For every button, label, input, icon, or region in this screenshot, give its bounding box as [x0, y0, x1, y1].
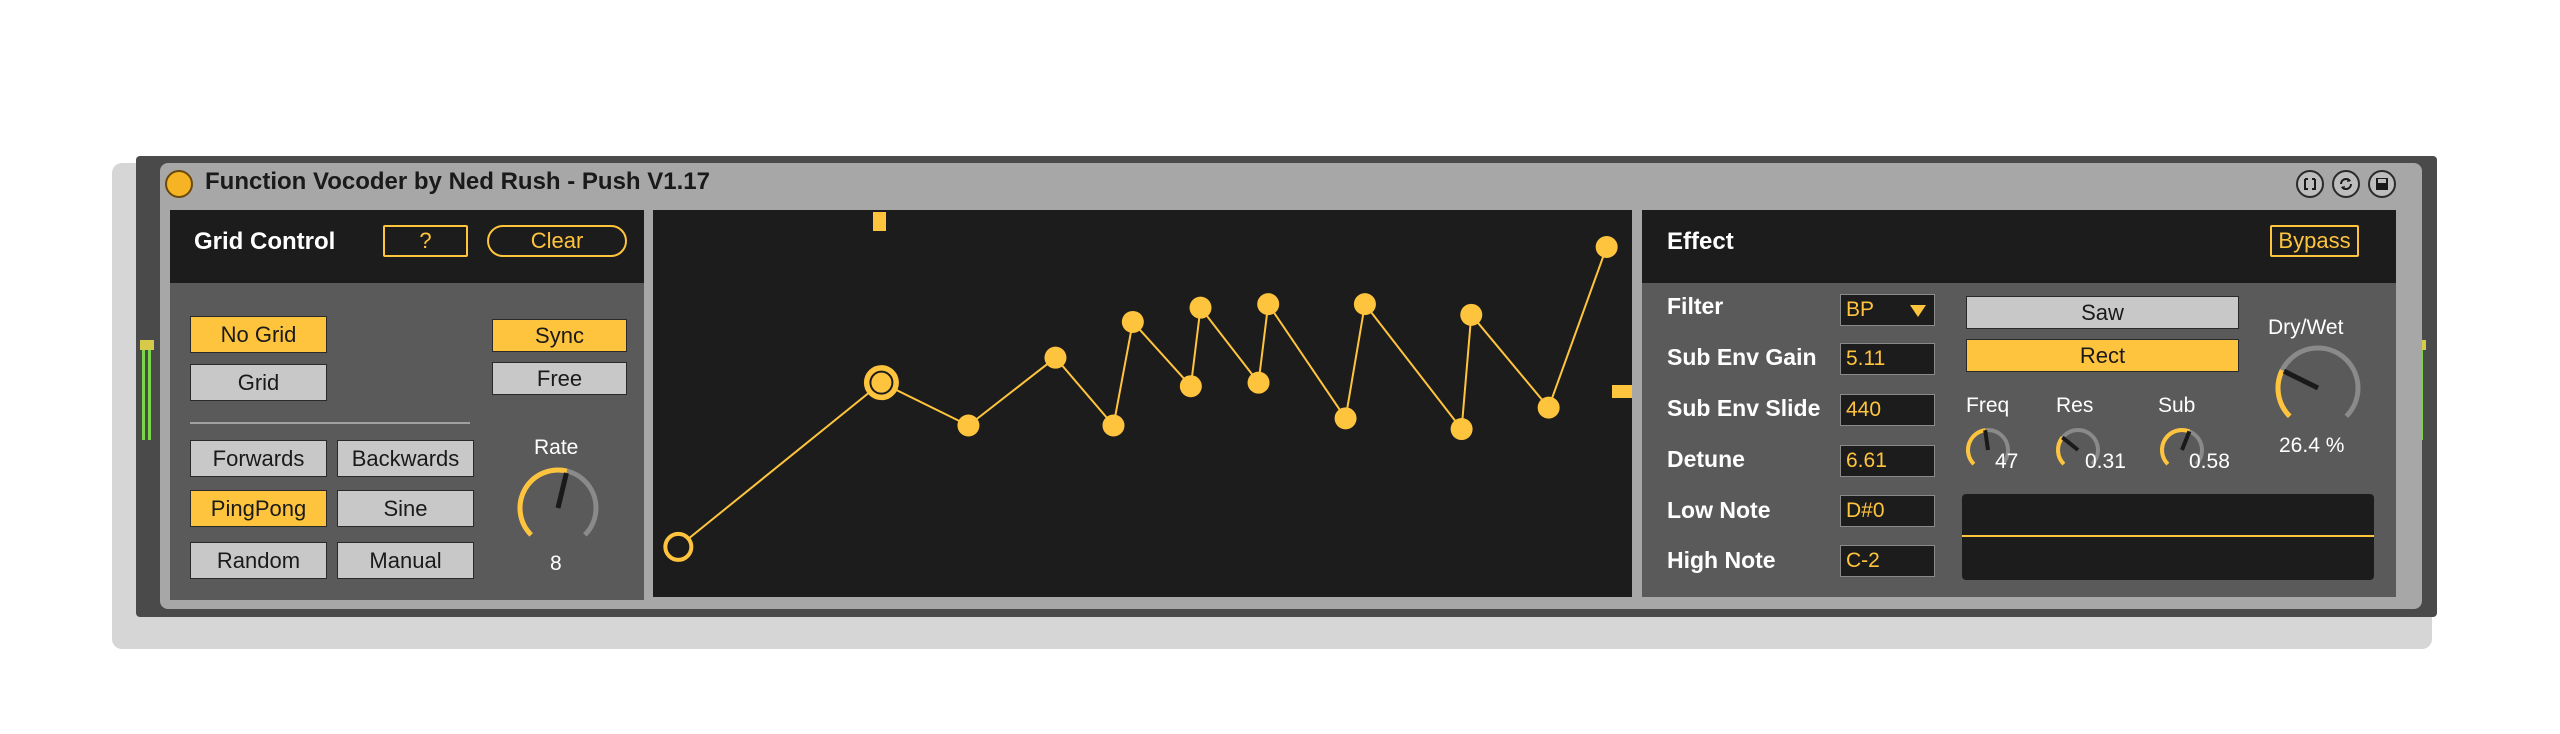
envelope-point[interactable] — [1450, 418, 1473, 441]
chevron-down-icon — [1910, 305, 1926, 317]
help-button[interactable]: ? — [383, 225, 468, 257]
res-label: Res — [2056, 394, 2094, 417]
sub-env-gain-label: Sub Env Gain — [1667, 344, 1817, 370]
pingpong-button[interactable]: PingPong — [190, 490, 327, 527]
knob-needle — [2180, 430, 2192, 451]
effect-title: Effect — [1667, 228, 1734, 255]
drywet-knob[interactable] — [2270, 340, 2366, 436]
envelope-point[interactable] — [1353, 293, 1376, 316]
sub-value: 0.58 — [2189, 450, 2230, 473]
res-value: 0.31 — [2085, 450, 2126, 473]
envelope-point[interactable] — [1179, 375, 1202, 398]
envelope-point[interactable] — [1121, 310, 1144, 333]
save-icon[interactable] — [2368, 170, 2396, 198]
sync-button[interactable]: Sync — [492, 319, 627, 352]
input-meter — [140, 340, 154, 440]
saw-button[interactable]: Saw — [1966, 296, 2239, 329]
output-scope — [1962, 494, 2374, 580]
forwards-button[interactable]: Forwards — [190, 440, 327, 477]
envelope-point[interactable] — [1595, 235, 1618, 258]
filter-label: Filter — [1667, 293, 1724, 319]
high-note-field[interactable]: C-2 — [1840, 545, 1935, 577]
envelope-point[interactable] — [1257, 293, 1280, 316]
rate-value: 8 — [550, 552, 562, 575]
envelope-line — [677, 246, 1608, 548]
refresh-icon[interactable] — [2332, 170, 2360, 198]
envelope-point[interactable] — [1334, 407, 1357, 430]
sub-label: Sub — [2158, 394, 2196, 417]
rect-button[interactable]: Rect — [1966, 339, 2239, 372]
grid-button[interactable]: Grid — [190, 364, 327, 401]
no-grid-button[interactable]: No Grid — [190, 316, 327, 353]
envelope-point[interactable] — [1044, 346, 1067, 369]
free-button[interactable]: Free — [492, 362, 627, 395]
envelope-point[interactable] — [1247, 371, 1270, 394]
freq-value: 47 — [1995, 450, 2019, 473]
grid-divider — [190, 422, 470, 424]
sub-env-slide-field[interactable]: 440 — [1840, 394, 1935, 426]
filter-value: BP — [1846, 298, 1875, 321]
envelope-point[interactable] — [1460, 303, 1483, 326]
rate-knob[interactable] — [512, 462, 604, 554]
freq-label: Freq — [1966, 394, 2010, 417]
envelope-graph[interactable] — [653, 210, 1632, 597]
device-title: Function Vocoder by Ned Rush - Push V1.1… — [205, 168, 710, 195]
high-note-label: High Note — [1667, 547, 1776, 573]
filter-select[interactable]: BP — [1840, 294, 1935, 326]
envelope-point[interactable] — [957, 414, 980, 437]
detune-label: Detune — [1667, 446, 1745, 472]
sub-env-slide-label: Sub Env Slide — [1667, 395, 1821, 421]
manual-button[interactable]: Manual — [337, 542, 474, 579]
envelope-point[interactable] — [1102, 414, 1125, 437]
device-power-button[interactable] — [165, 170, 193, 198]
drywet-value: 26.4 % — [2279, 434, 2345, 457]
bypass-button[interactable]: Bypass — [2270, 225, 2359, 257]
envelope-point[interactable] — [1537, 396, 1560, 419]
clear-button[interactable]: Clear — [487, 225, 627, 257]
envelope-point[interactable] — [1189, 296, 1212, 319]
grid-control-title: Grid Control — [194, 228, 336, 255]
low-note-label: Low Note — [1667, 497, 1771, 523]
envelope-point[interactable] — [663, 531, 694, 562]
scope-line — [1962, 535, 2374, 537]
sine-button[interactable]: Sine — [337, 490, 474, 527]
knob-needle — [1983, 429, 1990, 451]
knob-arc — [2056, 436, 2066, 466]
detune-field[interactable]: 6.61 — [1840, 445, 1935, 477]
rate-label: Rate — [534, 436, 579, 459]
drywet-label: Dry/Wet — [2268, 316, 2344, 339]
knob-arc — [1966, 428, 1986, 466]
backwards-button[interactable]: Backwards — [337, 440, 474, 477]
knob-needle — [2061, 435, 2080, 452]
random-button[interactable]: Random — [190, 542, 327, 579]
bracket-icon[interactable] — [2296, 170, 2324, 198]
sub-env-gain-field[interactable]: 5.11 — [1840, 343, 1935, 375]
low-note-field[interactable]: D#0 — [1840, 495, 1935, 527]
